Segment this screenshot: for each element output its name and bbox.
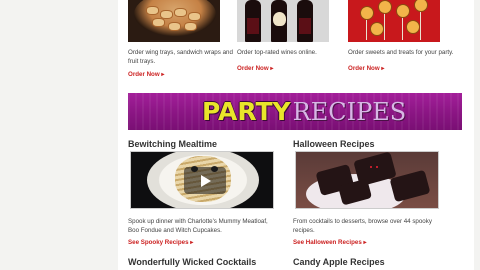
order-desc: Order sweets and treats for your party. bbox=[348, 49, 454, 56]
section-desc: Spook up dinner with Charlotte's Mummy M… bbox=[128, 218, 268, 234]
banner-title-recipes: RECIPES bbox=[292, 98, 407, 126]
section-title: Halloween Recipes bbox=[293, 139, 375, 149]
halloween-cookies-image[interactable] bbox=[295, 151, 439, 209]
order-now-link[interactable]: Order Now ▸ bbox=[237, 65, 273, 72]
wine-bottles-image[interactable] bbox=[237, 0, 329, 42]
order-desc: Order wing trays, sandwich wraps and fru… bbox=[128, 49, 233, 65]
see-spooky-recipes-link[interactable]: See Spooky Recipes ▸ bbox=[128, 239, 193, 246]
section-title: Bewitching Mealtime bbox=[128, 139, 218, 149]
section-title[interactable]: Candy Apple Recipes bbox=[293, 256, 385, 268]
sweet-treats-image[interactable] bbox=[348, 0, 440, 42]
order-tile-sweets: Order sweets and treats for your party. … bbox=[348, 0, 453, 72]
wing-trays-image[interactable] bbox=[128, 0, 220, 42]
recipe-section-bewitching: Bewitching Mealtime Spook up dinner with… bbox=[128, 138, 280, 267]
order-desc: Order top-rated wines online. bbox=[237, 49, 317, 56]
recipe-section-halloween: Halloween Recipes From cocktails to dess… bbox=[293, 138, 445, 267]
play-icon[interactable] bbox=[184, 167, 226, 194]
mummy-meatloaf-video[interactable] bbox=[130, 151, 274, 209]
order-tile-wine: Order top-rated wines online. Order Now … bbox=[237, 0, 335, 72]
party-recipes-banner: PARTY RECIPES bbox=[128, 93, 462, 130]
see-halloween-recipes-link[interactable]: See Halloween Recipes ▸ bbox=[293, 239, 367, 246]
section-desc: From cocktails to desserts, browse over … bbox=[293, 218, 432, 234]
order-tile-wings: Order wing trays, sandwich wraps and fru… bbox=[128, 0, 233, 78]
banner-title-party: PARTY bbox=[202, 97, 291, 126]
order-now-link[interactable]: Order Now ▸ bbox=[128, 71, 164, 78]
content-page: Order wing trays, sandwich wraps and fru… bbox=[118, 0, 474, 270]
order-now-link[interactable]: Order Now ▸ bbox=[348, 65, 384, 72]
section-title[interactable]: Wonderfully Wicked Cocktails bbox=[128, 256, 256, 268]
